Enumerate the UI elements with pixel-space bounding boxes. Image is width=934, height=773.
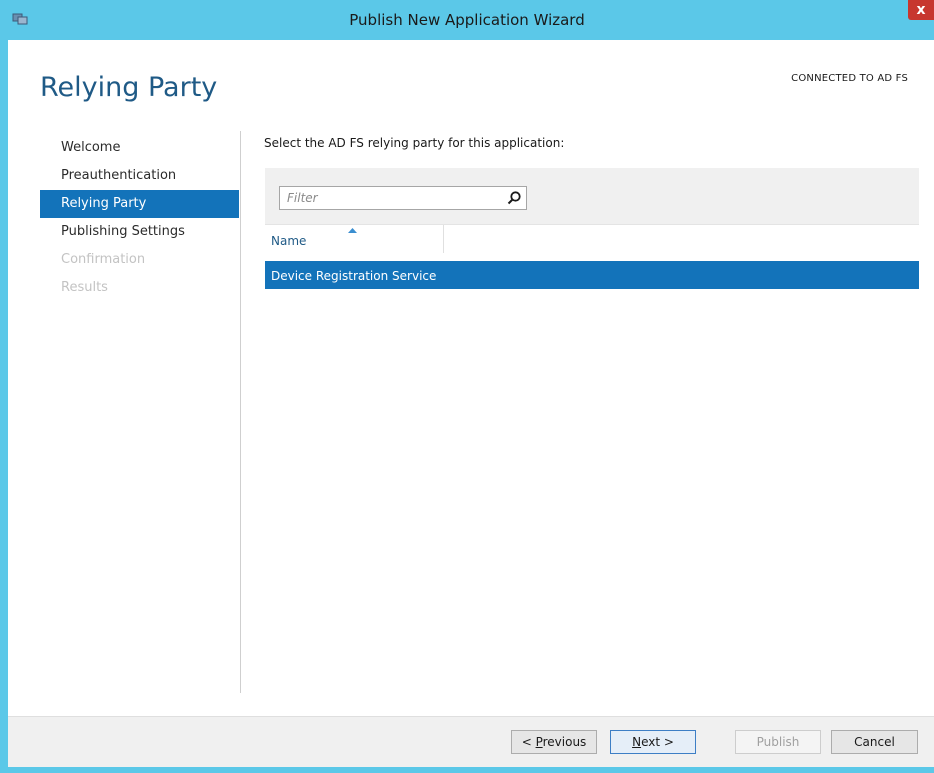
step-confirmation: Confirmation (61, 252, 146, 267)
button-bar: < Previous Next > Publish Cancel (8, 716, 934, 767)
previous-prefix: < (521, 735, 536, 749)
wizard-window: Publish New Application Wizard x Relying… (0, 0, 934, 773)
step-relying-party[interactable]: Relying Party (40, 190, 239, 218)
cancel-button[interactable]: Cancel (831, 730, 918, 754)
column-name-label: Name (271, 234, 307, 248)
instruction-text: Select the AD FS relying party for this … (264, 136, 565, 150)
wizard-steps: Welcome Preauthentication Relying Party … (40, 134, 239, 302)
publish-button: Publish (735, 730, 821, 754)
list-item-name: Device Registration Service (271, 269, 437, 283)
next-rest: ext > (641, 735, 674, 749)
previous-rest: revious (542, 735, 587, 749)
sort-ascending-icon (348, 228, 357, 233)
previous-mnemonic: P (535, 735, 543, 749)
next-button[interactable]: Next > (610, 730, 696, 754)
step-preauthentication[interactable]: Preauthentication (40, 162, 239, 190)
step-results: Results (61, 280, 108, 295)
next-mnemonic: N (632, 735, 642, 749)
title-bar[interactable]: Publish New Application Wizard x (0, 0, 934, 40)
previous-button[interactable]: < Previous (511, 730, 597, 754)
filter-input[interactable] (280, 187, 500, 209)
filter-bar (265, 168, 919, 224)
close-button[interactable]: x (908, 0, 934, 20)
wizard-body: Relying Party CONNECTED TO AD FS Welcome… (8, 40, 934, 767)
filter-box (279, 186, 527, 210)
page-title: Relying Party (40, 72, 218, 103)
step-publishing-settings[interactable]: Publishing Settings (40, 218, 239, 246)
search-icon[interactable] (506, 190, 522, 206)
window-title: Publish New Application Wizard (349, 11, 585, 29)
step-welcome[interactable]: Welcome (40, 134, 239, 162)
connection-status: CONNECTED TO AD FS (791, 73, 908, 84)
nav-divider (240, 131, 241, 693)
list-column-header: Name (265, 224, 919, 253)
column-header-name[interactable]: Name (265, 225, 444, 253)
list-item[interactable]: Device Registration Service (265, 261, 919, 289)
